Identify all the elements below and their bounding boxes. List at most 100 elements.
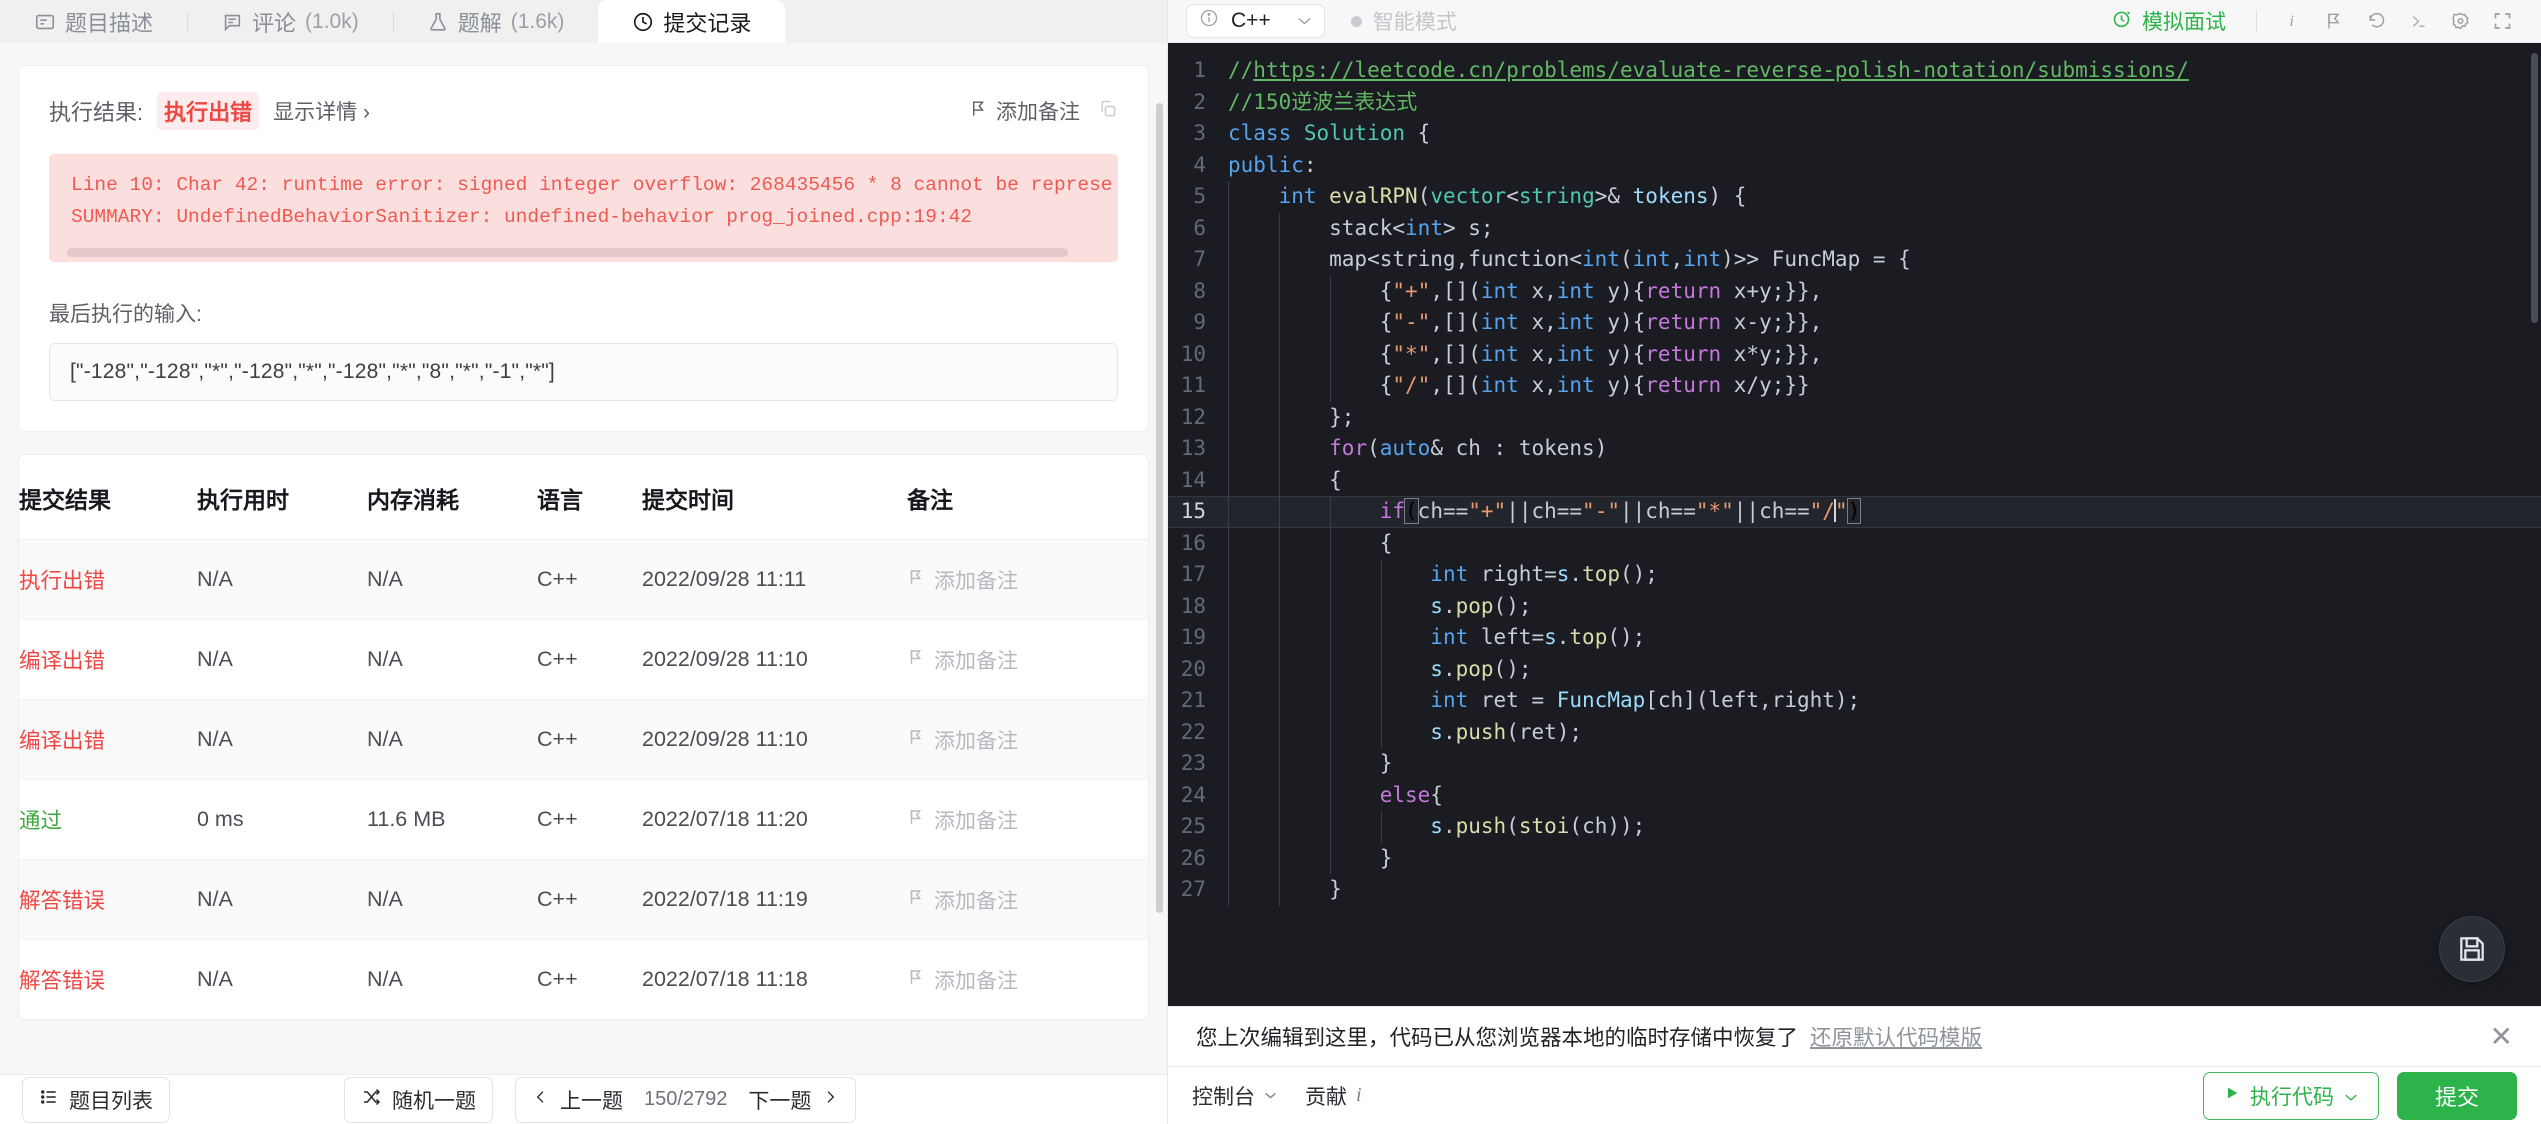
close-icon[interactable]: ✕ xyxy=(2490,1022,2513,1051)
row-add-note-button[interactable]: 添加备注 xyxy=(907,725,1138,755)
show-detail-link[interactable]: 显示详情 › xyxy=(273,96,370,126)
code-token: (ret); xyxy=(1506,719,1583,744)
settings-icon[interactable] xyxy=(2439,4,2481,38)
reset-icon[interactable] xyxy=(2355,4,2397,38)
cell-note[interactable]: 添加备注 xyxy=(907,859,1148,940)
table-row[interactable]: 解答错误 N/A N/A C++ 2022/07/18 11:19 添加备注 xyxy=(19,859,1148,940)
mock-interview-button[interactable]: 模拟面试 xyxy=(2111,6,2226,36)
table-row[interactable]: 通过 0 ms 11.6 MB C++ 2022/07/18 11:20 添加备注 xyxy=(19,779,1148,860)
code-line[interactable]: 13 for(auto& ch : tokens) xyxy=(1168,433,2541,465)
cell-status[interactable]: 通过 xyxy=(19,779,197,860)
tab-comments[interactable]: 评论 (1.0k) xyxy=(187,0,393,43)
bottom-actions: 执行代码 提交 xyxy=(2202,1071,2517,1120)
cell-status[interactable]: 解答错误 xyxy=(19,859,197,940)
cell-note[interactable]: 添加备注 xyxy=(907,539,1148,620)
code-line[interactable]: 20 s.pop(); xyxy=(1168,653,2541,685)
code-line[interactable]: 7 map<string,function<int(int,int)>> Fun… xyxy=(1168,244,2541,276)
last-input-value: ["-128","-128","*","-128","*","-128","*"… xyxy=(49,343,1118,401)
code-line[interactable]: 18 s.pop(); xyxy=(1168,590,2541,622)
tab-solutions[interactable]: 题解 (1.6k) xyxy=(392,0,599,43)
add-note-button[interactable]: 添加备注 xyxy=(969,96,1080,126)
code-line[interactable]: 15 if(ch=="+"||ch=="-"||ch=="*"||ch=="/"… xyxy=(1168,496,2541,528)
code-token: https://leetcode.cn/problems/evaluate-re… xyxy=(1253,58,2189,82)
code-editor[interactable]: 1 //https://leetcode.cn/problems/evaluate… xyxy=(1168,43,2541,1006)
cell-note[interactable]: 添加备注 xyxy=(907,939,1148,1020)
code-line[interactable]: 1 //https://leetcode.cn/problems/evaluate… xyxy=(1168,55,2541,87)
table-row[interactable]: 解答错误 N/A N/A C++ 2022/07/18 11:18 添加备注 xyxy=(19,939,1148,1020)
table-row[interactable]: 编译出错 N/A N/A C++ 2022/09/28 11:10 添加备注 xyxy=(19,699,1148,780)
code-line[interactable]: 24 else{ xyxy=(1168,779,2541,811)
contribute-button[interactable]: 贡献 i xyxy=(1305,1081,1362,1111)
row-add-note-button[interactable]: 添加备注 xyxy=(907,805,1138,835)
code-line[interactable]: 17 int right=s.top(); xyxy=(1168,559,2541,591)
code-line[interactable]: 10 {"*",[](int x,int y){return x*y;}}, xyxy=(1168,338,2541,370)
info-circle-icon xyxy=(1199,8,1219,34)
code-line[interactable]: 2 //150逆波兰表达式 xyxy=(1168,87,2541,119)
code-token: ,[]( xyxy=(1430,278,1481,303)
code-line[interactable]: 4 public: xyxy=(1168,150,2541,182)
prev-problem-button[interactable]: 上一题 xyxy=(516,1078,640,1122)
code-line[interactable]: 21 int ret = FuncMap[ch](left,right); xyxy=(1168,685,2541,717)
editor-vertical-scrollbar[interactable] xyxy=(2531,53,2538,323)
table-row[interactable]: 执行出错 N/A N/A C++ 2022/09/28 11:11 添加备注 xyxy=(19,539,1148,620)
restore-default-template-link[interactable]: 还原默认代码模版 xyxy=(1810,1021,1982,1052)
next-problem-button[interactable]: 下一题 xyxy=(731,1078,855,1122)
problem-list-button[interactable]: 题目列表 xyxy=(22,1076,170,1123)
row-add-note-button[interactable]: 添加备注 xyxy=(907,565,1138,595)
cell-note[interactable]: 添加备注 xyxy=(907,779,1148,860)
code-line[interactable]: 26 } xyxy=(1168,842,2541,874)
code-line[interactable]: 19 int left=s.top(); xyxy=(1168,622,2541,654)
fullscreen-icon[interactable] xyxy=(2481,4,2523,38)
tab-submissions[interactable]: 提交记录 xyxy=(598,0,786,43)
console-button[interactable]: 控制台 xyxy=(1192,1081,1277,1111)
code-line[interactable]: 14 { xyxy=(1168,464,2541,496)
language-select[interactable]: C++ xyxy=(1186,4,1325,38)
cell-status[interactable]: 编译出错 xyxy=(19,619,197,700)
line-number: 12 xyxy=(1180,404,1206,429)
cell-status[interactable]: 编译出错 xyxy=(19,699,197,780)
cell-note[interactable]: 添加备注 xyxy=(907,619,1148,700)
code-line[interactable]: 12 }; xyxy=(1168,401,2541,433)
submissions-scroll-area[interactable]: 执行结果: 执行出错 显示详情 › 添加备注 Line 10: Char 42:… xyxy=(0,43,1167,1074)
submission-status-link[interactable]: 执行出错 xyxy=(19,569,105,593)
description-icon xyxy=(34,11,56,33)
code-line[interactable]: 25 s.push(stoi(ch)); xyxy=(1168,811,2541,843)
code-line[interactable]: 3 class Solution { xyxy=(1168,118,2541,150)
code-line[interactable]: 5 int evalRPN(vector<string>& tokens) { xyxy=(1168,181,2541,213)
submission-status-link[interactable]: 编译出错 xyxy=(19,649,105,673)
code-body[interactable]: 1 //https://leetcode.cn/problems/evaluate… xyxy=(1168,55,2541,906)
left-vertical-scrollbar[interactable] xyxy=(1156,103,1163,913)
code-line[interactable]: 22 s.push(ret); xyxy=(1168,716,2541,748)
info-icon[interactable]: i xyxy=(2271,4,2313,38)
code-line[interactable]: 8 {"+",[](int x,int y){return x+y;}}, xyxy=(1168,275,2541,307)
smart-mode-toggle[interactable]: 智能模式 xyxy=(1350,6,1457,36)
tab-label: 题目描述 xyxy=(65,10,154,36)
code-line[interactable]: 23 } xyxy=(1168,748,2541,780)
cell-note[interactable]: 添加备注 xyxy=(907,699,1148,780)
console-icon[interactable] xyxy=(2397,4,2439,38)
error-horizontal-scrollbar[interactable] xyxy=(67,248,1068,257)
random-problem-button[interactable]: 随机一题 xyxy=(344,1076,493,1123)
row-add-note-button[interactable]: 添加备注 xyxy=(907,645,1138,675)
copy-icon[interactable] xyxy=(1098,99,1118,124)
code-line[interactable]: 16 { xyxy=(1168,527,2541,559)
code-line[interactable]: 27 } xyxy=(1168,874,2541,906)
cell-status[interactable]: 执行出错 xyxy=(19,539,197,620)
cell-status[interactable]: 解答错误 xyxy=(19,939,197,1020)
row-add-note-button[interactable]: 添加备注 xyxy=(907,965,1138,995)
submission-status-link[interactable]: 解答错误 xyxy=(19,969,105,993)
submission-status-link[interactable]: 编译出错 xyxy=(19,729,105,753)
run-code-button[interactable]: 执行代码 xyxy=(2202,1071,2379,1120)
submission-status-link[interactable]: 通过 xyxy=(19,809,62,833)
tab-problem-description[interactable]: 题目描述 xyxy=(0,0,187,43)
submit-button[interactable]: 提交 xyxy=(2396,1071,2517,1120)
row-add-note-button[interactable]: 添加备注 xyxy=(907,885,1138,915)
submission-status-link[interactable]: 解答错误 xyxy=(19,889,105,913)
flag-icon[interactable] xyxy=(2313,4,2355,38)
table-row[interactable]: 编译出错 N/A N/A C++ 2022/09/28 11:10 添加备注 xyxy=(19,619,1148,700)
col-language: 语言 xyxy=(537,455,642,540)
code-line[interactable]: 9 {"-",[](int x,int y){return x-y;}}, xyxy=(1168,307,2541,339)
save-icon[interactable] xyxy=(2439,916,2505,982)
code-line[interactable]: 11 {"/",[](int x,int y){return x/y;}} xyxy=(1168,370,2541,402)
code-line[interactable]: 6 stack<int> s; xyxy=(1168,212,2541,244)
